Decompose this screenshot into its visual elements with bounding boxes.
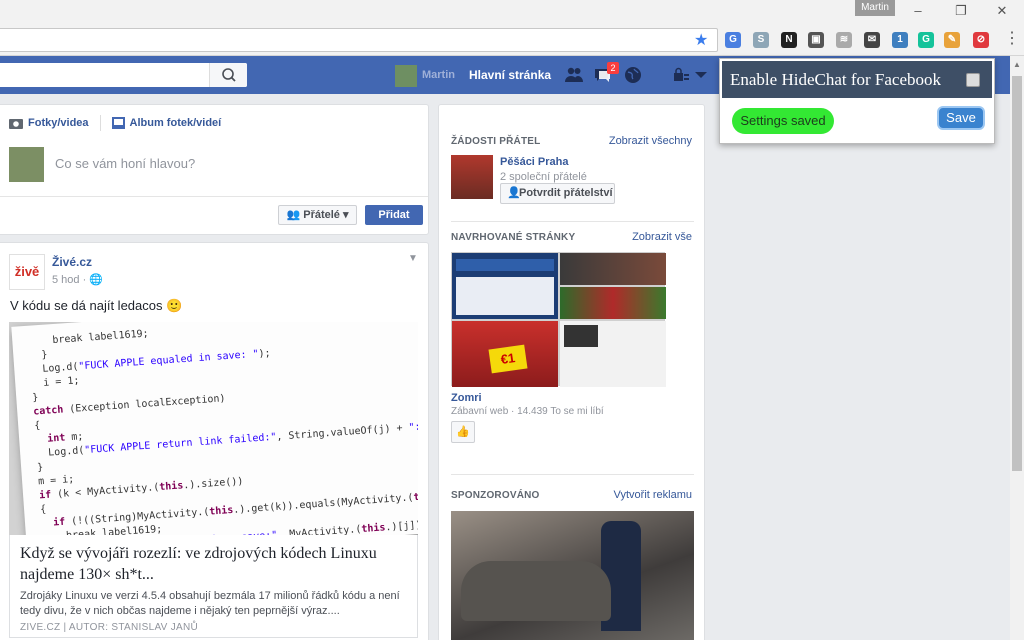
settings-saved-status: Settings saved: [732, 108, 834, 134]
suggested-page-name[interactable]: Zomri: [451, 392, 482, 404]
collage-tile: [560, 287, 666, 319]
post-button[interactable]: Přidat: [365, 205, 423, 225]
post-text: V kódu se dá najít ledacos 🙂: [10, 298, 183, 313]
post-timestamp[interactable]: 5 hod · 🌐: [52, 273, 103, 286]
link-title[interactable]: Když se vývojáři rozezlí: ve zdrojových …: [20, 543, 410, 585]
home-link[interactable]: Hlavní stránka: [469, 68, 551, 82]
video-thumb: [564, 325, 598, 347]
popup-title: Enable HideChat for Facebook: [730, 70, 942, 89]
avatar: [9, 147, 44, 182]
profile-name-link[interactable]: Martin: [422, 69, 455, 81]
notifications-globe-icon[interactable]: [624, 66, 642, 84]
window-titlebar: Martin – ❐ ✕: [0, 0, 1024, 24]
tab-photo-album[interactable]: Album fotek/videí: [130, 117, 222, 129]
browser-menu-icon[interactable]: ⋮: [1004, 31, 1020, 47]
suggested-page-collage[interactable]: €1: [451, 252, 666, 387]
divider: [451, 221, 694, 222]
folder-icon[interactable]: ▣: [808, 32, 824, 48]
address-bar[interactable]: ★: [0, 28, 718, 52]
like-page-button[interactable]: 👍: [451, 421, 475, 443]
collage-tile: [560, 253, 666, 285]
post-author-link[interactable]: Živé.cz: [52, 255, 92, 269]
link-source: ZIVE.CZ | AUTOR: STANISLAV JANŮ: [20, 622, 199, 633]
code-screenshot: break label1619; } Log.d("FUCK APPLE equ…: [11, 322, 418, 535]
thumbs-up-icon: 👍: [456, 426, 470, 438]
post-composer: Fotky/videa Album fotek/videí Co se vám …: [0, 104, 429, 235]
account-menu-chevron-icon[interactable]: [692, 66, 710, 84]
chevron-down-icon: ▾: [339, 209, 349, 221]
link-preview[interactable]: Když se vývojáři rozezlí: ve zdrojových …: [9, 535, 418, 638]
see-all-pages-link[interactable]: Zobrazit vše: [632, 231, 692, 243]
see-all-requests-link[interactable]: Zobrazit všechny: [609, 135, 692, 147]
confirm-friend-label: Potvrdit přátelství: [519, 187, 613, 199]
post-options-chevron-icon[interactable]: ▼: [408, 253, 418, 264]
camera-icon: [9, 119, 23, 129]
translate-icon[interactable]: G: [725, 32, 741, 48]
skype-icon[interactable]: S: [753, 32, 769, 48]
status-input[interactable]: Co se vám honí hlavou?: [55, 156, 195, 171]
tab-photos-videos[interactable]: Fotky/videa: [28, 117, 89, 129]
profile-chip[interactable]: Martin: [855, 0, 895, 16]
price-tag: €1: [488, 344, 528, 374]
hidechat-popup: Enable HideChat for Facebook Settings sa…: [719, 58, 995, 144]
minimize-button[interactable]: –: [908, 3, 928, 19]
avatar[interactable]: [395, 65, 417, 87]
friend-request-photo[interactable]: [451, 155, 493, 199]
privacy-lock-icon[interactable]: [672, 66, 690, 84]
globe-icon: 🌐: [89, 274, 104, 286]
friend-requests-icon[interactable]: [565, 66, 583, 84]
popup-header: Enable HideChat for Facebook: [722, 61, 992, 98]
fb-search-button[interactable]: [209, 63, 247, 87]
scrollbar-thumb[interactable]: [1012, 76, 1022, 471]
car-body: [461, 561, 611, 621]
page-scrollbar[interactable]: ▲: [1010, 56, 1024, 640]
link-description: Zdrojáky Linuxu ve verzi 4.5.4 obsahují …: [20, 590, 400, 617]
feed-post: živě Živé.cz 5 hod · 🌐 ▼ V kódu se dá na…: [0, 242, 429, 640]
collage-text-block: [456, 277, 554, 315]
collage-banner: [456, 259, 554, 271]
restore-button[interactable]: ❐: [951, 3, 971, 19]
composer-tabs: Fotky/videa Album fotek/videí: [9, 113, 221, 133]
grammarly-icon[interactable]: G: [918, 32, 934, 48]
divider: [451, 474, 694, 475]
messages-badge: 2: [607, 62, 619, 74]
sponsored-ad-image[interactable]: [451, 511, 694, 640]
pencil-icon[interactable]: ✎: [944, 32, 960, 48]
fb-search-input[interactable]: [0, 63, 247, 87]
scroll-up-arrow-icon[interactable]: ▲: [1013, 60, 1021, 69]
hidechat-icon[interactable]: ⊘: [973, 32, 989, 48]
create-ad-link[interactable]: Vytvořit reklamu: [614, 489, 692, 501]
album-icon: [111, 117, 125, 129]
post-image[interactable]: break label1619; } Log.d("FUCK APPLE equ…: [9, 322, 418, 535]
right-sidebar: ŽÁDOSTI PŘÁTEL Zobrazit všechny Pěšáci P…: [438, 104, 705, 640]
notion-icon[interactable]: N: [781, 32, 797, 48]
suggested-pages-heading: NAVRHOVANÉ STRÁNKY: [451, 232, 576, 243]
suggested-page-meta: Zábavní web · 14.439 To se mi líbí: [451, 406, 604, 417]
mutual-friends[interactable]: 2 společní přátelé: [500, 171, 587, 183]
sponsored-heading: SPONZOROVÁNO: [451, 490, 540, 501]
audience-selector[interactable]: 👥 Přátelé ▾: [278, 205, 357, 225]
tab-separator: [99, 115, 101, 131]
enable-hidechat-checkbox[interactable]: [966, 73, 980, 87]
mail-icon[interactable]: ✉: [864, 32, 880, 48]
divider: [0, 196, 428, 197]
mailbox-icon[interactable]: 1: [892, 32, 908, 48]
friend-requests-heading: ŽÁDOSTI PŘÁTEL: [451, 136, 541, 147]
confirm-friend-button[interactable]: 👤 Potvrdit přátelství: [500, 183, 615, 204]
add-friend-icon: 👤: [507, 187, 521, 199]
friend-request-name[interactable]: Pěšáci Praha: [500, 156, 569, 168]
friends-icon: 👥: [286, 209, 304, 221]
page-logo[interactable]: živě: [9, 254, 45, 290]
save-button[interactable]: Save: [937, 106, 985, 130]
audience-label: Přátelé: [303, 209, 340, 221]
browser-toolbar: ★ G S N ▣ ≋ ✉ 1 G ✎ ⊘ ⋮: [0, 24, 1024, 56]
bookmark-star-icon[interactable]: ★: [694, 33, 708, 49]
rss-icon[interactable]: ≋: [836, 32, 852, 48]
close-button[interactable]: ✕: [992, 3, 1012, 19]
search-icon: [222, 68, 236, 82]
